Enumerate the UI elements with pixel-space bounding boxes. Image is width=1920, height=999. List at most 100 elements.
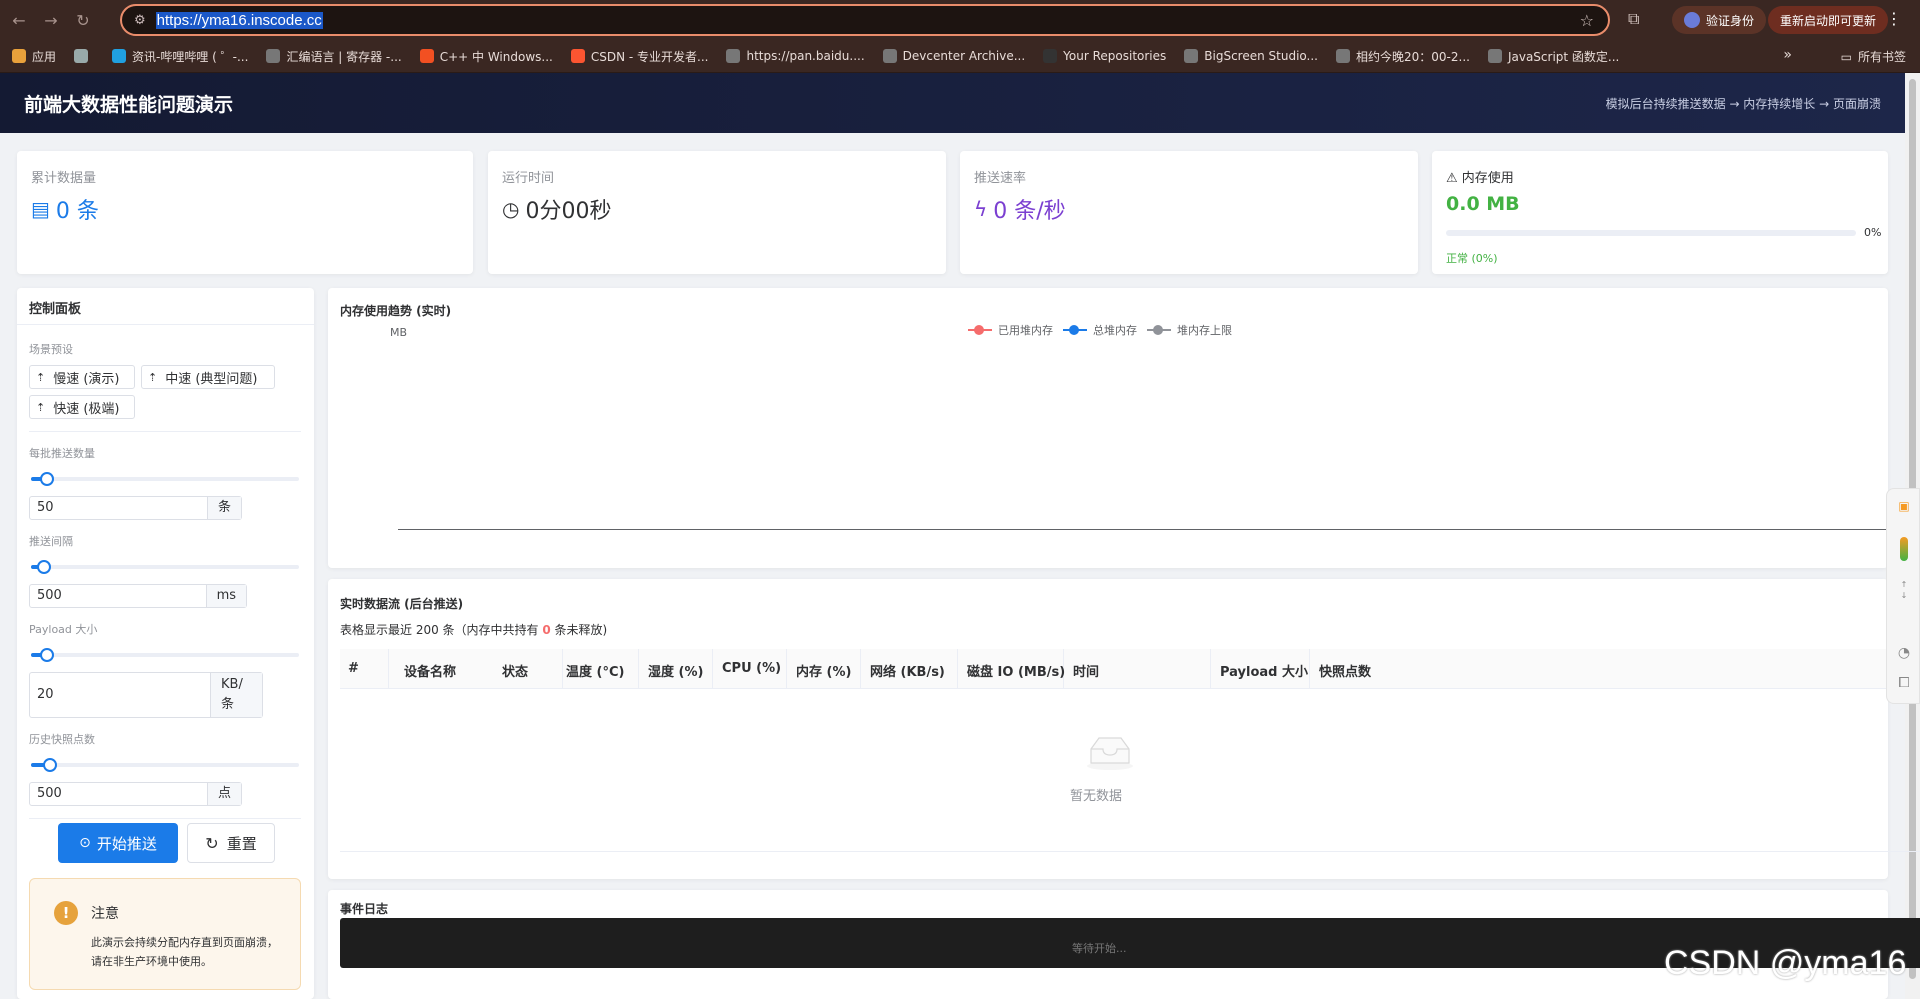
bookmark-item[interactable]: C++ 中 Windows... [419,48,553,65]
interval-slider[interactable] [31,560,299,574]
preset-slow-button[interactable]: ⇡ 慢速 (演示) [29,365,135,389]
bookmark-label: 汇编语言 | 寄存器 -... [286,49,402,64]
bookmark-label: C++ 中 Windows... [439,49,553,64]
back-icon[interactable]: ← [6,7,32,33]
payload-value[interactable]: 20 [30,673,210,717]
legend-marker [1063,325,1087,335]
slider-knob[interactable] [40,472,55,486]
column-header[interactable]: # [348,661,359,676]
slider-knob[interactable] [37,560,52,574]
tool-icon[interactable]: ▣ [1896,499,1912,513]
count-value: 0 条 [55,199,99,224]
stat-card-rate: 推送速率 ϟ 0 条/秒 [960,151,1418,274]
column-header[interactable]: 时间 [1073,661,1099,680]
batch-input[interactable]: 50 条 [29,496,242,520]
rocket-icon[interactable]: ◔ [1896,645,1912,661]
bookmark-item[interactable]: 相约今晚20：00-2... [1336,48,1470,65]
bookmark-favicon-icon [1043,49,1058,63]
snapshots-input[interactable]: 500 点 [29,782,242,806]
all-bookmarks-label: 所有书签 [1857,50,1906,64]
bookmark-item[interactable]: CSDN - 专业开发者... [570,48,708,65]
rate-value: 0 条/秒 [993,199,1066,224]
column-header[interactable]: Payload 大小 [1220,661,1308,680]
snapshots-unit: 点 [206,783,241,805]
bookmark-favicon-icon [419,49,434,63]
bookmark-item[interactable]: Devcenter Archive... [882,49,1025,63]
verify-identity-button[interactable]: 验证身份 [1672,6,1767,34]
batch-slider[interactable] [31,472,299,486]
clock-icon: ◷ [502,197,520,221]
column-header[interactable]: CPU (%) [722,661,781,676]
stat-label: ⚠ 内存使用 [1446,167,1514,186]
start-push-button[interactable]: ⊙ 开始推送 [58,823,178,863]
stat-value: ◷ 0分00秒 [502,193,611,225]
batch-value[interactable]: 50 [30,497,207,519]
slider-knob[interactable] [40,648,55,662]
preset-fast-button[interactable]: ⇡ 快速 (极端) [29,395,135,419]
reset-button[interactable]: ↻ 重置 [187,823,275,863]
more-bookmarks-icon[interactable]: » [1783,47,1792,63]
browser-menu-icon[interactable]: ⋮ [1886,9,1902,28]
legend-item-total-heap[interactable]: 总堆内存 [1063,322,1137,338]
column-header[interactable]: 湿度 (%) [648,661,703,680]
address-bar[interactable]: ⚙ https://yma16.inscode.cc ☆ [120,4,1610,36]
reload-icon[interactable]: ↻ [70,7,96,33]
bookmark-star-icon[interactable]: ☆ [1580,11,1594,30]
stat-label: 推送速率 [974,171,1027,186]
control-panel: 控制面板 场景预设 ⇡ 慢速 (演示) ⇡ 中速 (典型问题) ⇡ 快速 (极端) 每… [17,288,314,999]
chart-title: 内存使用趋势 (实时) [340,304,452,318]
column-separator [1309,649,1310,689]
bookmark-item[interactable]: 资讯-哔哩哔哩 ( ゜-... [112,48,248,65]
stat-card-runtime: 运行时间 ◷ 0分00秒 [488,151,946,274]
restart-update-button[interactable]: 重新启动即可更新 [1768,6,1889,34]
bookmarks-bar: 应用 资讯-哔哩哔哩 ( ゜-... 汇编语言 | 寄存器 -... C++ 中 Wi… [0,40,1920,73]
bookmark-item[interactable]: Your Repositories [1043,49,1166,63]
bookmark-item[interactable]: JavaScript 函数定... [1487,48,1620,65]
legend-label: 总堆内存 [1093,324,1137,337]
batch-label: 每批推送数量 [29,447,95,460]
empty-text: 暂无数据 [1070,789,1123,804]
bookmark-item[interactable] [74,49,94,63]
stat-value: ▤ 0 条 [31,193,99,225]
snapshots-label: 历史快照点数 [29,733,95,746]
bookmark-label: JavaScript 函数定... [1507,49,1620,64]
interval-value[interactable]: 500 [30,585,206,607]
column-header[interactable]: 状态 [502,661,528,680]
snapshots-slider[interactable] [31,758,299,772]
bookmark-favicon-icon [1184,49,1199,63]
bookmark-item[interactable]: BigScreen Studio... [1184,49,1318,63]
bookmark-item[interactable]: 应用 [12,48,56,65]
bookmark-item[interactable]: https://pan.baidu.... [726,49,865,63]
bookmark-label: 资讯-哔哩哔哩 ( ゜-... [132,49,249,64]
subtitle-prefix: 表格显示最近 200 条（内存中共持有 [340,623,543,637]
forward-icon[interactable]: → [38,7,64,33]
all-bookmarks-button[interactable]: ▭ 所有书签 [1841,48,1906,65]
slider-knob[interactable] [42,758,57,772]
memory-progress-bar [1446,230,1856,236]
preset-label: 慢速 (演示) [53,371,120,387]
log-placeholder: 等待开始... [1072,942,1127,955]
bookmark-item[interactable]: 汇编语言 | 寄存器 -... [266,48,402,65]
payload-slider[interactable] [31,648,299,662]
column-header[interactable]: 快照点数 [1319,661,1371,680]
site-settings-icon[interactable]: ⚙ [134,13,146,28]
stat-card-count: 累计数据量 ▤ 0 条 [17,151,473,274]
column-header[interactable]: 内存 (%) [796,661,851,680]
interval-input[interactable]: 500 ms [29,584,247,608]
legend-item-heap-limit[interactable]: 堆内存上限 [1147,322,1232,338]
extensions-icon[interactable]: ⧉ [1628,9,1639,29]
exclamation-icon: ! [54,901,78,925]
rocket-icon: ⇡ [148,370,158,384]
legend-item-used-heap[interactable]: 已用堆内存 [968,322,1053,338]
batch-unit: 条 [206,497,241,519]
bookmark-favicon-icon [266,49,281,63]
column-header[interactable]: 温度 (°C) [566,661,624,680]
preset-medium-button[interactable]: ⇡ 中速 (典型问题) [141,365,275,389]
screenshot-icon[interactable]: ⧠ [1896,675,1912,691]
payload-input[interactable]: 20 KB/条 [29,672,263,718]
column-header[interactable]: 磁盘 IO (MB/s) [967,661,1065,680]
snapshots-value[interactable]: 500 [30,783,207,805]
interval-label: 推送间隔 [29,535,73,548]
column-header[interactable]: 设备名称 [404,661,456,680]
column-header[interactable]: 网络 (KB/s) [870,661,945,680]
